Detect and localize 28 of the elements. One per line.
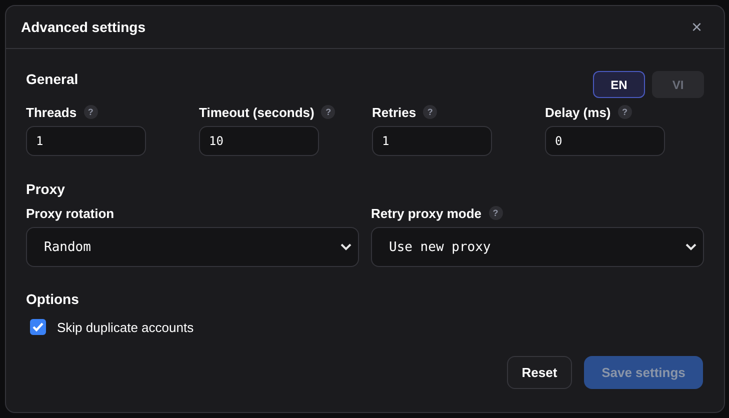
help-icon[interactable]: ?: [488, 206, 503, 220]
help-icon[interactable]: ?: [618, 105, 632, 119]
chevron-icon: [340, 243, 352, 251]
dropdown[interactable]: Random: [26, 227, 359, 267]
chevron-icon: [685, 243, 697, 251]
close-button[interactable]: ×: [689, 16, 704, 38]
help-icon[interactable]: ?: [84, 105, 98, 119]
section-heading: General: [26, 71, 78, 87]
field-label: Retries: [372, 104, 416, 120]
number-field[interactable]: 1: [372, 126, 492, 156]
section-heading: Proxy: [26, 181, 65, 197]
number-field[interactable]: 0: [545, 126, 665, 156]
field-label: Timeout (seconds): [199, 104, 314, 120]
dialog-title: Advanced settings: [21, 19, 146, 35]
number-field[interactable]: 1: [26, 126, 146, 156]
help-icon[interactable]: ?: [423, 105, 438, 119]
field-label: Retry proxy mode: [371, 206, 482, 220]
field-label: Threads: [26, 104, 77, 120]
reset-button[interactable]: Reset: [507, 356, 572, 389]
checkbox-label: Skip duplicate accounts: [57, 320, 194, 334]
section-heading: Options: [26, 291, 79, 307]
help-icon[interactable]: ?: [321, 105, 336, 119]
number-field[interactable]: 10: [199, 126, 319, 156]
field-label: Proxy rotation: [26, 206, 114, 220]
field-label: Delay (ms): [545, 104, 611, 120]
dropdown[interactable]: Use new proxy: [371, 227, 704, 267]
checkbox[interactable]: [30, 319, 46, 335]
language-toggle[interactable]: EN: [593, 71, 645, 98]
